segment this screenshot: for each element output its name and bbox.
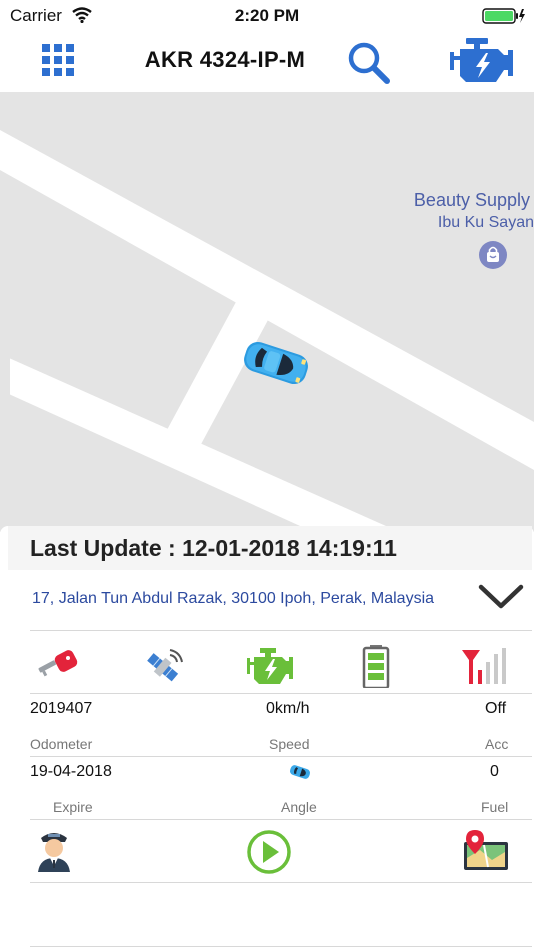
signal-strength-icon[interactable]: [460, 644, 508, 688]
key-icon[interactable]: [34, 644, 82, 688]
poi-name: Beauty Supply: [413, 190, 530, 210]
divider: [30, 882, 532, 883]
last-update-text: Last Update : 12-01-2018 14:19:11: [30, 535, 397, 561]
divider: [30, 946, 532, 947]
acc-label: Acc: [485, 736, 509, 752]
navigation-bar: AKR 4324-IP-M: [0, 30, 534, 92]
speed-label: Speed: [269, 736, 310, 752]
last-update-header: Last Update : 12-01-2018 14:19:11: [8, 526, 532, 570]
chevron-down-icon[interactable]: [478, 582, 524, 612]
speed-value: 0km/h: [266, 700, 310, 717]
vehicle-title: AKR 4324-IP-M: [144, 47, 306, 72]
expire-value: 19-04-2018: [30, 763, 112, 780]
odometer-label: Odometer: [30, 736, 93, 752]
vehicle-marker[interactable]: [236, 340, 316, 386]
divider: [30, 756, 532, 757]
address-text[interactable]: 17, Jalan Tun Abdul Razak, 30100 Ipoh, P…: [32, 590, 434, 608]
battery-status-icon: [482, 7, 526, 30]
fuel-value: 0: [490, 763, 499, 780]
gps-satellite-icon[interactable]: [140, 644, 188, 688]
car-angle-icon: [288, 764, 312, 780]
fuel-label: Fuel: [481, 799, 509, 815]
status-bar: Carrier 2:20 PM: [0, 0, 534, 30]
shopping-bag-icon[interactable]: [479, 241, 507, 269]
divider: [30, 819, 532, 820]
search-icon[interactable]: [346, 40, 392, 86]
clock: 2:20 PM: [234, 6, 300, 25]
play-icon[interactable]: [245, 828, 293, 876]
acc-value: Off: [485, 700, 507, 717]
divider: [30, 693, 532, 694]
expire-label: Expire: [53, 799, 93, 815]
engine-status-icon[interactable]: [246, 644, 294, 688]
poi-subtitle: Ibu Ku Sayan: [437, 214, 534, 231]
battery-icon[interactable]: [352, 644, 400, 690]
angle-label: Angle: [281, 799, 317, 815]
engine-icon[interactable]: [448, 36, 514, 86]
map-location-icon[interactable]: [462, 828, 510, 876]
divider: [30, 630, 532, 631]
grid-menu-icon[interactable]: [40, 42, 76, 78]
driver-icon[interactable]: [30, 826, 78, 874]
map-view[interactable]: Beauty Supply Ibu Ku Sayan: [0, 92, 534, 532]
odometer-value: 2019407: [30, 700, 93, 717]
vehicle-info-panel: Last Update : 12-01-2018 14:19:11 17, Ja…: [0, 526, 534, 950]
status-icon-row: [0, 634, 534, 690]
